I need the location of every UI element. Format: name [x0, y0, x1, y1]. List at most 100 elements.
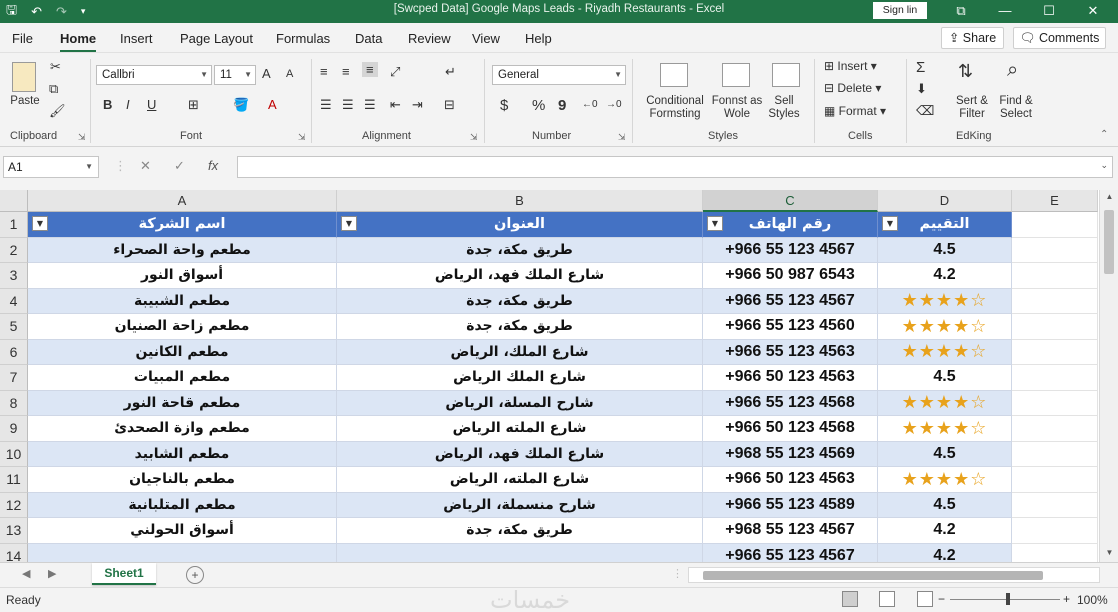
cell-e[interactable]: [1012, 263, 1098, 289]
close-icon[interactable]: ✕: [1078, 0, 1108, 23]
find-select-button[interactable]: Find & Select: [994, 95, 1038, 121]
increase-font-button[interactable]: A: [262, 66, 271, 81]
phone-cell[interactable]: +966 50 123 4563: [703, 467, 878, 493]
sort-filter-icon[interactable]: ⇅: [958, 61, 973, 82]
rating-cell[interactable]: 4.2: [878, 543, 1012, 562]
column-header-d[interactable]: D: [878, 190, 1012, 212]
phone-cell[interactable]: +966 55 123 4567: [703, 237, 878, 263]
address-cell[interactable]: شارع الملته الرياض: [337, 416, 703, 442]
cell-styles-icon[interactable]: [772, 63, 800, 87]
tab-file[interactable]: File: [12, 31, 33, 46]
rating-cell[interactable]: 4.5: [878, 492, 1012, 518]
clipboard-launcher-icon[interactable]: ⇲: [78, 132, 86, 143]
collapse-ribbon-icon[interactable]: ⌃: [1100, 129, 1108, 140]
tab-data[interactable]: Data: [355, 31, 382, 46]
paste-button[interactable]: Paste: [8, 95, 42, 108]
sign-in-button[interactable]: Sign lin: [873, 2, 927, 19]
expand-formula-icon[interactable]: ⌄: [1100, 160, 1108, 171]
phone-cell[interactable]: +966 55 123 4567: [703, 288, 878, 314]
cell-e[interactable]: [1012, 492, 1098, 518]
currency-button[interactable]: $: [500, 97, 508, 114]
cell-e[interactable]: [1012, 212, 1098, 238]
font-name-dropdown[interactable]: Callbri ▼: [96, 65, 212, 85]
orientation-icon[interactable]: ⤢: [390, 64, 400, 80]
decrease-indent-icon[interactable]: ⇤: [390, 97, 401, 113]
name-box[interactable]: A1 ▼: [3, 156, 99, 178]
row-header[interactable]: 14: [0, 543, 28, 562]
rating-cell[interactable]: ★★★★☆: [878, 314, 1012, 340]
cell-e[interactable]: [1012, 237, 1098, 263]
font-color-icon[interactable]: A: [268, 97, 277, 112]
table-header-cell[interactable]: العنوان ▼: [337, 212, 703, 238]
rating-cell[interactable]: 4.5: [878, 237, 1012, 263]
table-header-cell[interactable]: التقييم ▼: [878, 212, 1012, 238]
company-name-cell[interactable]: أسواق الحولني: [28, 518, 337, 544]
table-header-cell[interactable]: اسم الشركة ▼: [28, 212, 337, 238]
share-button[interactable]: ⇪ Share: [941, 27, 1004, 49]
percent-button[interactable]: %: [532, 97, 545, 114]
rating-cell[interactable]: ★★★★☆: [878, 416, 1012, 442]
address-cell[interactable]: شارع الملته، الرياض: [337, 467, 703, 493]
address-cell[interactable]: شارع الملك فهد، الرياض: [337, 263, 703, 289]
increase-indent-icon[interactable]: ⇥: [412, 97, 423, 113]
phone-cell[interactable]: +966 55 123 4560: [703, 314, 878, 340]
company-name-cell[interactable]: مطعم وازة الصحدئ: [28, 416, 337, 442]
row-header[interactable]: 12: [0, 492, 28, 518]
address-cell[interactable]: شارع الملك فهد، الرياض: [337, 441, 703, 467]
row-header[interactable]: 4: [0, 288, 28, 314]
tab-review[interactable]: Review: [408, 31, 451, 46]
comma-style-button[interactable]: 9: [558, 97, 566, 114]
address-cell[interactable]: شارع الملك، الرياض: [337, 339, 703, 365]
find-icon[interactable]: ⌕: [1007, 59, 1018, 82]
phone-cell[interactable]: +966 55 123 4563: [703, 339, 878, 365]
company-name-cell[interactable]: أسواق النور: [28, 263, 337, 289]
cell-e[interactable]: [1012, 390, 1098, 416]
address-cell[interactable]: طريق مكة، جدة: [337, 314, 703, 340]
cell-e[interactable]: [1012, 365, 1098, 391]
address-cell[interactable]: [337, 543, 703, 562]
cancel-icon[interactable]: ✕: [140, 158, 151, 174]
enter-icon[interactable]: ✓: [174, 158, 185, 174]
copy-icon[interactable]: ⧉: [49, 81, 58, 97]
tab-page-layout[interactable]: Page Layout: [180, 31, 253, 46]
phone-cell[interactable]: +966 50 123 4568: [703, 416, 878, 442]
bottom-align-icon[interactable]: ≡: [362, 62, 378, 77]
rating-cell[interactable]: 4.5: [878, 365, 1012, 391]
ribbon-display-icon[interactable]: ⧉: [946, 0, 976, 23]
zoom-out-button[interactable]: −: [938, 592, 945, 606]
row-header[interactable]: 7: [0, 365, 28, 391]
filter-dropdown-icon[interactable]: ▼: [882, 216, 898, 231]
page-layout-view-icon[interactable]: [879, 591, 895, 607]
address-cell[interactable]: طريق مكة، جدة: [337, 288, 703, 314]
column-header-b[interactable]: B: [337, 190, 703, 212]
row-header[interactable]: 10: [0, 441, 28, 467]
company-name-cell[interactable]: مطعم المتلبانية: [28, 492, 337, 518]
underline-button[interactable]: U: [147, 97, 156, 112]
scroll-up-icon[interactable]: ▲: [1100, 192, 1118, 201]
cell-e[interactable]: [1012, 543, 1098, 562]
zoom-in-button[interactable]: +: [1063, 592, 1070, 606]
autosum-icon[interactable]: Σ: [916, 59, 925, 76]
row-header[interactable]: 5: [0, 314, 28, 340]
phone-cell[interactable]: +968 55 123 4567: [703, 518, 878, 544]
zoom-slider-handle[interactable]: [1006, 593, 1010, 605]
cell-e[interactable]: [1012, 288, 1098, 314]
cell-e[interactable]: [1012, 314, 1098, 340]
clear-icon[interactable]: ⌫: [916, 103, 934, 119]
row-header[interactable]: 6: [0, 339, 28, 365]
scroll-down-icon[interactable]: ▼: [1100, 548, 1118, 557]
row-header[interactable]: 1: [0, 212, 28, 238]
comments-button[interactable]: 🗨 Comments: [1013, 27, 1106, 49]
address-cell[interactable]: شارع الملك الرياض: [337, 365, 703, 391]
top-align-icon[interactable]: ≡: [320, 64, 328, 79]
zoom-slider[interactable]: [950, 599, 1060, 600]
company-name-cell[interactable]: مطعم الكانين: [28, 339, 337, 365]
filter-dropdown-icon[interactable]: ▼: [341, 216, 357, 231]
next-sheet-icon[interactable]: ▶: [48, 567, 56, 580]
maximize-icon[interactable]: ☐: [1034, 0, 1064, 23]
cell-e[interactable]: [1012, 416, 1098, 442]
tab-help[interactable]: Help: [525, 31, 552, 46]
number-format-dropdown[interactable]: General ▼: [492, 65, 626, 85]
format-as-table-button[interactable]: Fonnst as Wole: [708, 95, 766, 121]
column-header-a[interactable]: A: [28, 190, 337, 212]
